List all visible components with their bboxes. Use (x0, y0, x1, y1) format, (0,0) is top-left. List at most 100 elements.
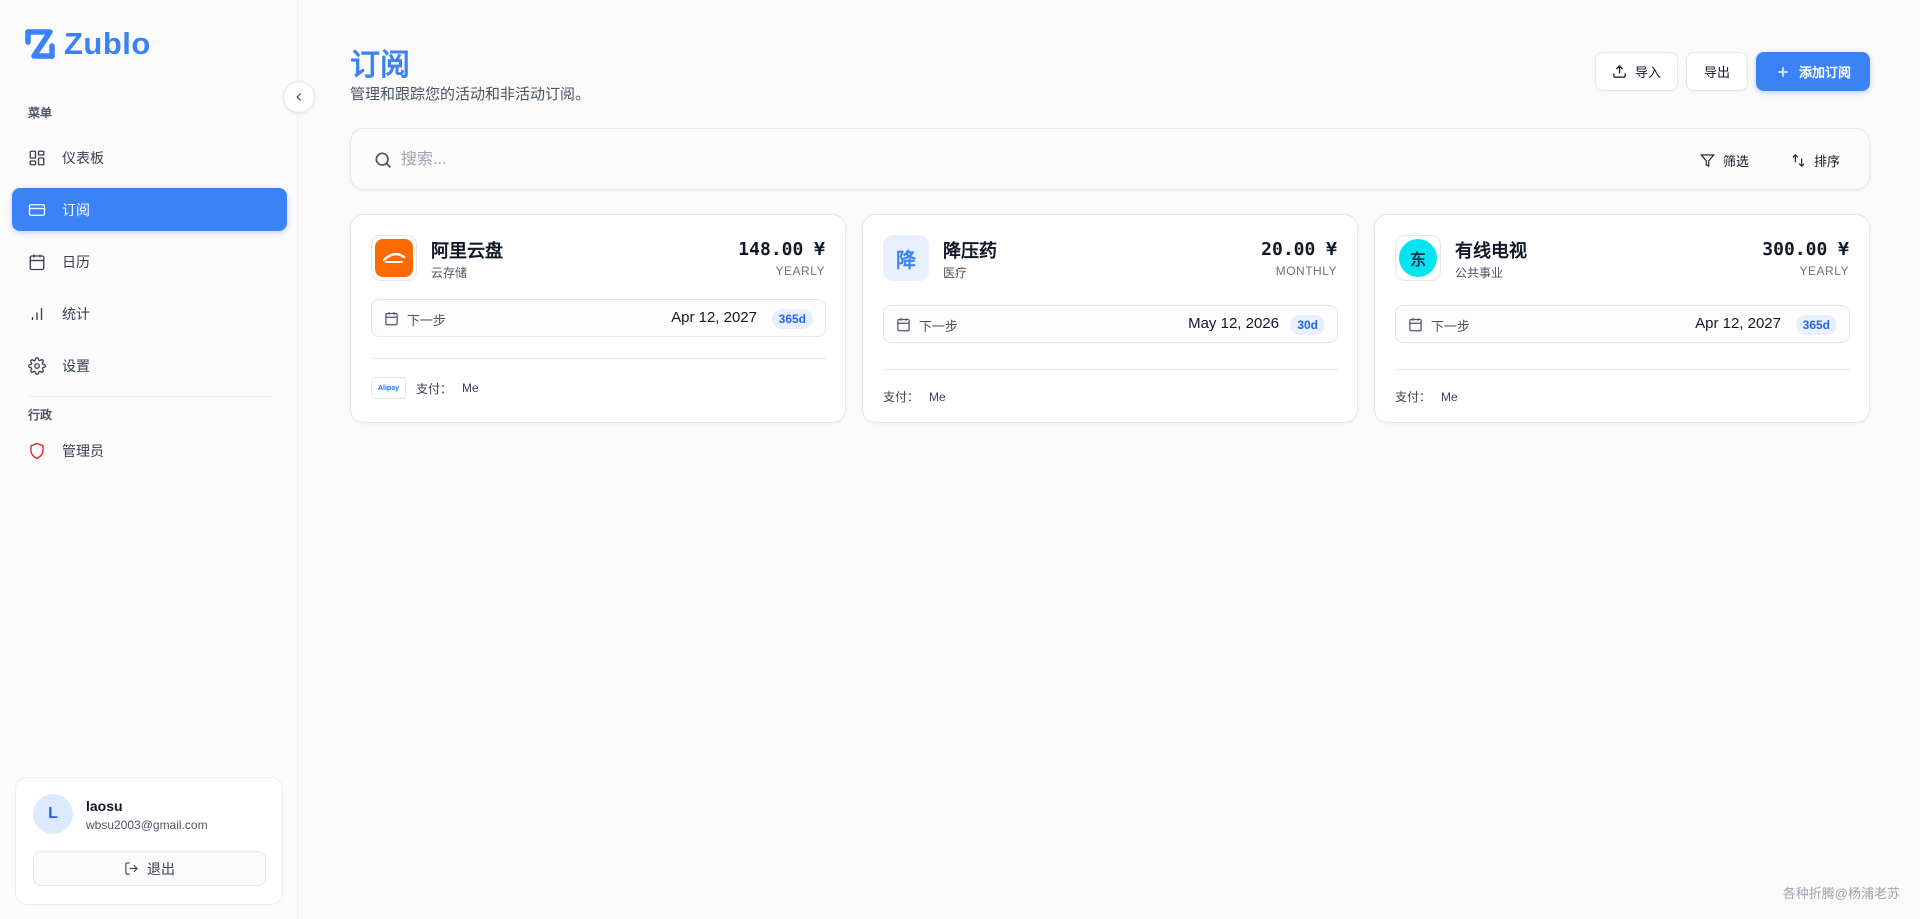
subscription-card[interactable]: 东 有线电视 公共事业 300.00 ¥ YEARLY 下一步 Apr 12, … (1374, 214, 1870, 423)
admin-section-label: 行政 (28, 408, 53, 422)
subscription-card[interactable]: 降 降压药 医疗 20.00 ¥ MONTHLY 下一步 May 12, 202… (862, 214, 1358, 423)
credit-card-icon (28, 203, 46, 216)
paid-by-label: 支付： (1395, 390, 1432, 404)
subscription-name: 降压药 (943, 241, 997, 261)
bar-chart-icon (31, 307, 43, 320)
billing-cycle: MONTHLY (1275, 264, 1337, 278)
filter-button[interactable]: 筛选 (1688, 141, 1762, 179)
days-remaining-badge: 365d (1795, 315, 1837, 335)
sidebar-item-subscriptions[interactable]: 订阅 (12, 188, 287, 231)
sidebar-item-label: 仪表板 (62, 149, 104, 166)
paid-by-label: 支付： (883, 390, 920, 404)
user-name: laosu (86, 798, 123, 814)
card-divider (1395, 369, 1850, 370)
paid-by-value: Me (462, 381, 479, 395)
sidebar: Zublo 菜单 仪表板 订阅 日历 统计 设置 行政 管理员 L laosu … (0, 0, 298, 919)
next-payment-label: 下一步 (1431, 319, 1471, 334)
calendar-icon (1409, 318, 1422, 332)
subscription-logo: 东 (1395, 235, 1441, 281)
sort-button[interactable]: 排序 (1779, 141, 1853, 179)
next-payment-label: 下一步 (407, 313, 447, 328)
sidebar-item-settings[interactable]: 设置 (12, 344, 287, 387)
shield-icon (30, 442, 44, 459)
calendar-icon (897, 318, 910, 332)
payment-row: Alipay 支付： Me (371, 377, 479, 399)
upload-icon (1613, 64, 1626, 78)
billing-cycle: YEARLY (1799, 264, 1849, 278)
import-label: 导入 (1634, 65, 1661, 80)
user-card: L laosu wbsu2003@gmail.com 退出 (15, 777, 283, 905)
next-payment-date: Apr 12, 2027 (671, 309, 757, 326)
subscription-name: 阿里云盘 (431, 241, 503, 261)
page-title: 订阅 (350, 49, 410, 82)
calendar-icon (385, 312, 398, 326)
avatar: L (33, 794, 73, 834)
app-name: Zublo (64, 26, 151, 61)
subscription-card[interactable]: 阿里云盘 云存储 148.00 ¥ YEARLY 下一步 Apr 12, 202… (350, 214, 846, 423)
user-email: wbsu2003@gmail.com (86, 818, 208, 832)
search-bar: 筛选 排序 (350, 128, 1870, 190)
card-divider (371, 358, 826, 359)
search-input[interactable] (401, 144, 1501, 176)
import-button[interactable]: 导入 (1595, 52, 1678, 91)
zublo-logo-icon (25, 29, 55, 59)
page-subtitle: 管理和跟踪您的活动和非活动订阅。 (350, 86, 591, 103)
days-remaining-badge: 365d (771, 309, 813, 329)
card-divider (883, 369, 1338, 370)
logout-icon (125, 862, 138, 875)
calendar-icon (29, 254, 45, 270)
sort-icon (1792, 153, 1805, 167)
alibaba-cloud-icon (375, 239, 413, 277)
logout-button[interactable]: 退出 (33, 851, 266, 886)
sidebar-item-label: 设置 (62, 357, 90, 374)
paid-by-label: 支付： (416, 381, 453, 396)
plus-icon (1778, 66, 1788, 77)
paid-by-value: Me (929, 389, 946, 404)
next-payment-label: 下一步 (919, 319, 959, 334)
payment-row: 支付： Me (883, 388, 946, 405)
sidebar-item-calendar[interactable]: 日历 (12, 240, 287, 283)
filter-icon (1700, 153, 1715, 167)
collapse-sidebar-button[interactable] (283, 81, 315, 113)
subscription-category: 云存储 (431, 266, 468, 280)
next-payment-box: 下一步 May 12, 2026 30d (883, 305, 1338, 343)
add-subscription-label: 添加订阅 (1798, 65, 1851, 80)
gear-icon (28, 356, 46, 375)
subscription-name: 有线电视 (1455, 241, 1527, 261)
sort-label: 排序 (1814, 153, 1841, 169)
menu-section-label: 菜单 (28, 106, 53, 120)
subscription-price: 20.00 ¥ (1261, 239, 1337, 260)
logout-label: 退出 (147, 860, 175, 877)
sidebar-item-admin[interactable]: 管理员 (12, 429, 287, 472)
alipay-logo: Alipay (371, 377, 406, 399)
watermark: 各种折腾@杨浦老苏 (1782, 886, 1900, 901)
search-icon (375, 152, 392, 169)
sidebar-item-dashboard[interactable]: 仪表板 (12, 136, 287, 179)
payment-row: 支付： Me (1395, 388, 1458, 405)
sidebar-item-statistics[interactable]: 统计 (12, 292, 287, 335)
sidebar-divider (28, 396, 274, 397)
add-subscription-button[interactable]: 添加订阅 (1756, 52, 1870, 91)
subscription-price: 148.00 ¥ (738, 239, 825, 260)
sidebar-item-label: 订阅 (62, 201, 90, 218)
subscription-price: 300.00 ¥ (1762, 239, 1849, 260)
sidebar-item-label: 统计 (62, 305, 90, 322)
subscription-logo: 降 (883, 235, 929, 281)
next-payment-date: Apr 12, 2027 (1695, 315, 1781, 332)
paid-by-value: Me (1441, 389, 1458, 404)
subscription-logo (371, 235, 417, 281)
chevron-left-icon (296, 93, 302, 101)
export-label: 导出 (1703, 65, 1730, 80)
cable-tv-logo-icon: 东 (1399, 239, 1437, 277)
sidebar-item-label: 管理员 (62, 442, 104, 459)
filter-label: 筛选 (1723, 153, 1750, 169)
export-button[interactable]: 导出 (1686, 52, 1748, 91)
next-payment-box: 下一步 Apr 12, 2027 365d (371, 299, 826, 337)
next-payment-box: 下一步 Apr 12, 2027 365d (1395, 305, 1850, 343)
dashboard-icon (29, 150, 45, 165)
next-payment-date: May 12, 2026 (1188, 315, 1279, 332)
days-remaining-badge: 30d (1290, 315, 1325, 335)
billing-cycle: YEARLY (775, 264, 825, 278)
app-logo[interactable]: Zublo (24, 26, 151, 62)
subscription-category: 公共事业 (1455, 266, 1504, 280)
